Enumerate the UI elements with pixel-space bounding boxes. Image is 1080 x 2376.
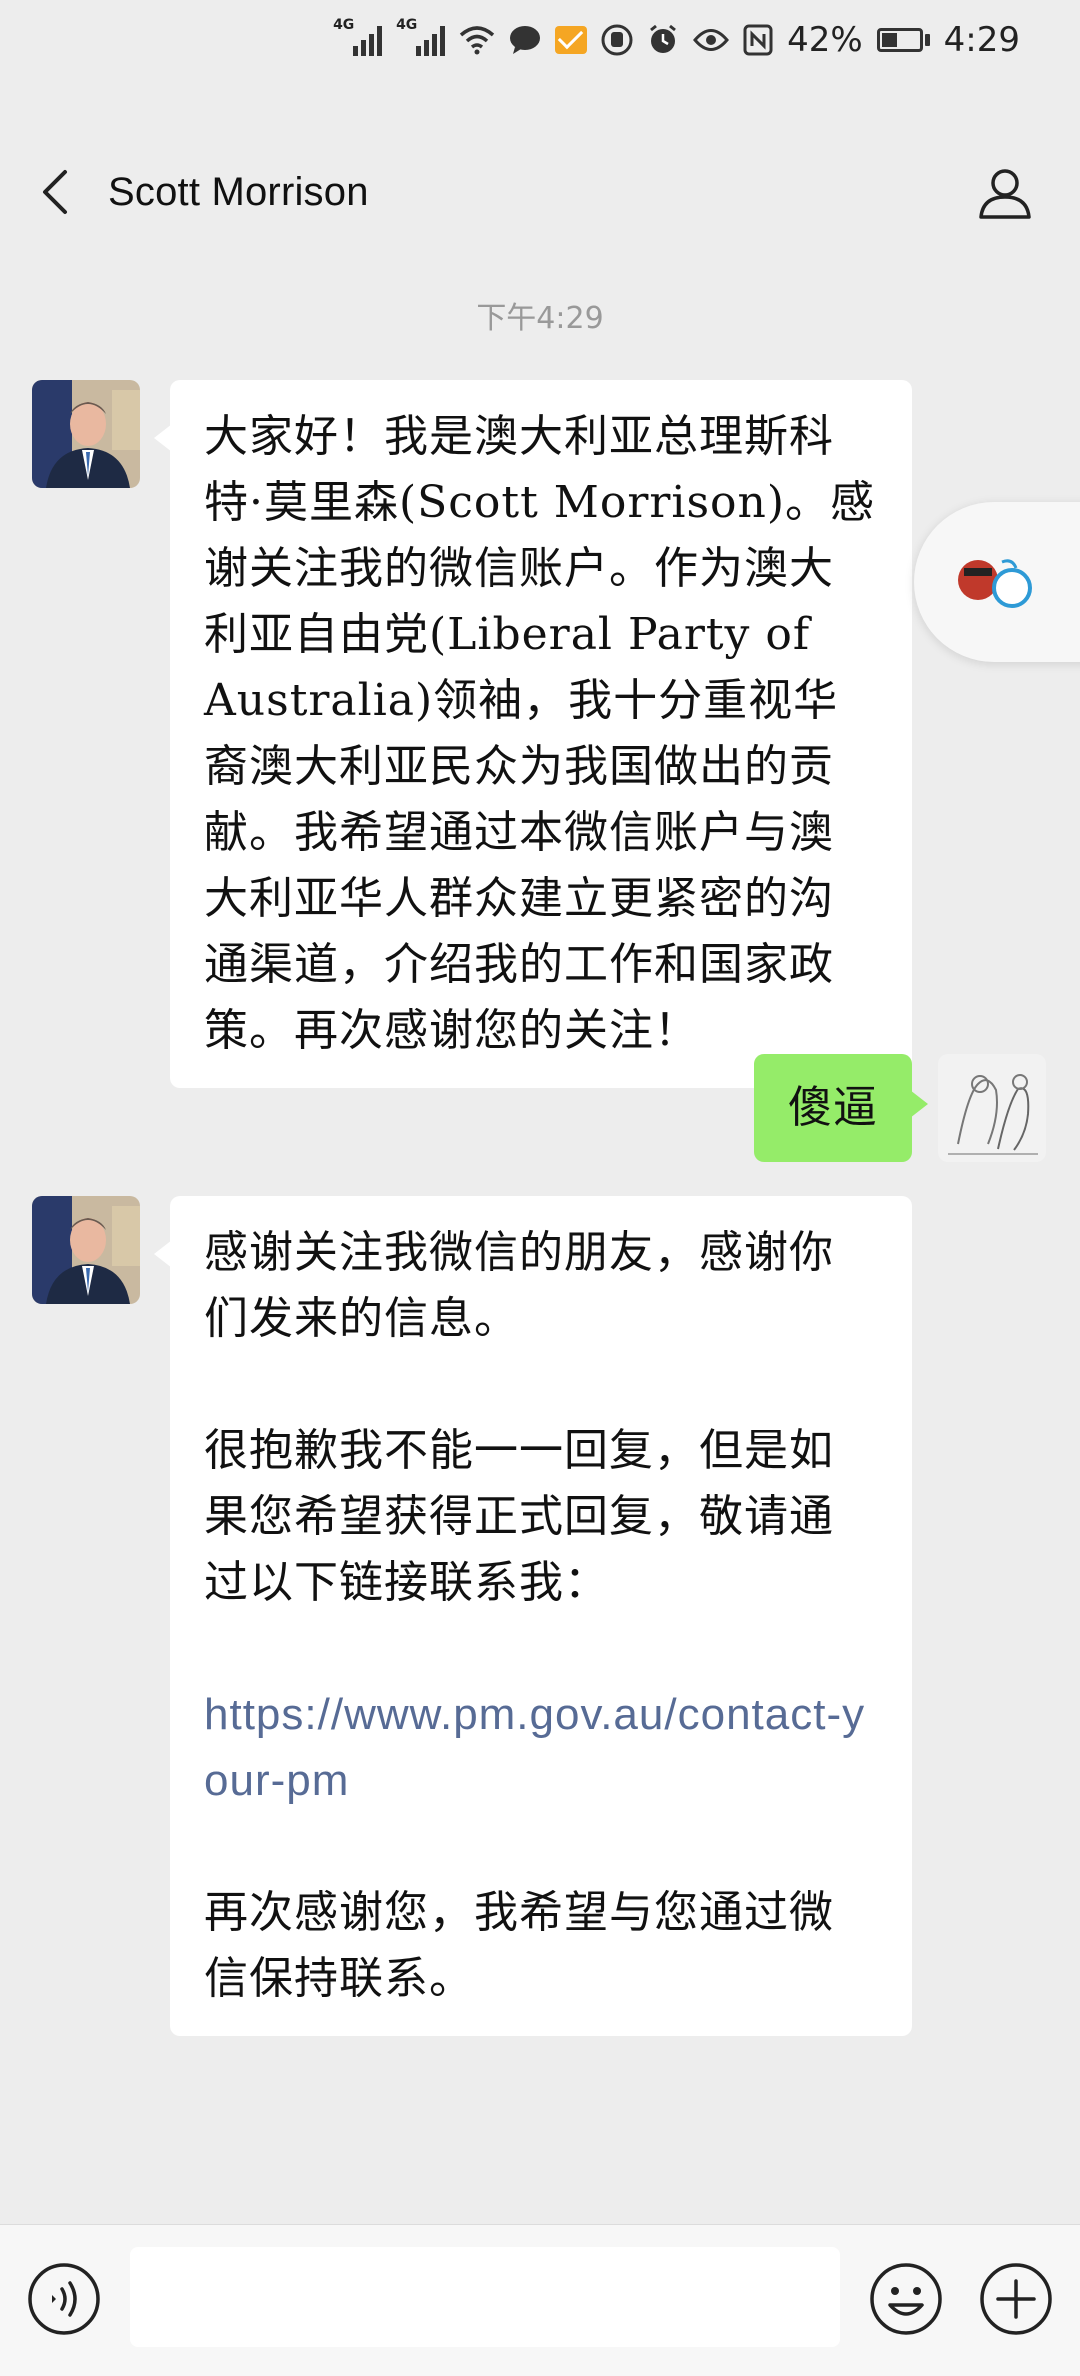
plus-icon: [980, 2263, 1052, 2335]
chevron-left-icon: [43, 170, 67, 214]
message-bubble-received[interactable]: 大家好！我是澳大利亚总理斯科特·莫里森(Scott Morrison)。感谢关注…: [154, 380, 912, 1088]
message-paragraph: 感谢关注我微信的朋友，感谢你们发来的信息。: [204, 1227, 834, 1344]
mail-icon: [555, 20, 588, 60]
voice-icon: [28, 2263, 100, 2335]
message-bubble-sent[interactable]: 傻逼: [754, 1054, 928, 1162]
battery-percent: 42%: [787, 20, 863, 60]
alarm-icon: [647, 20, 679, 60]
emoji-icon: [870, 2263, 942, 2335]
eye-icon: [693, 20, 730, 60]
my-avatar[interactable]: [938, 1054, 1046, 1162]
signal-icon: 4G: [396, 18, 446, 56]
contact-link[interactable]: https://www.pm.gov.au/contact-your-pm: [204, 1682, 878, 1814]
signal-icon: 4G: [333, 18, 383, 56]
more-options-button[interactable]: [978, 2261, 1054, 2337]
emoji-button[interactable]: [868, 2261, 944, 2337]
voice-input-button[interactable]: [26, 2261, 102, 2337]
chat-header: Scott Morrison: [0, 140, 1080, 244]
clock: 4:29: [943, 20, 1020, 60]
chat-title: Scott Morrison: [108, 169, 369, 214]
person-icon: [979, 169, 1031, 219]
chat-info-button[interactable]: [970, 158, 1040, 228]
avatar[interactable]: [32, 380, 140, 488]
back-button[interactable]: [0, 140, 110, 244]
message-timestamp: 下午4:29: [476, 301, 604, 336]
hand-icon: [601, 20, 633, 60]
avatar[interactable]: [32, 1196, 140, 1304]
message-text: 傻逼: [788, 1082, 878, 1133]
floating-window-widget[interactable]: [914, 502, 1080, 662]
message-text: 大家好！我是澳大利亚总理斯科特·莫里森(Scott Morrison)。感谢关注…: [204, 411, 876, 1056]
chat-icon: [509, 20, 541, 60]
message-input[interactable]: [130, 2247, 840, 2347]
wifi-icon: [459, 20, 495, 60]
battery-icon: [876, 28, 930, 52]
message-bubble-received[interactable]: 感谢关注我微信的朋友，感谢你们发来的信息。 很抱歉我不能一一回复，但是如果您希望…: [154, 1196, 912, 2036]
message-paragraph: 很抱歉我不能一一回复，但是如果您希望获得正式回复，敬请通过以下链接联系我：: [204, 1425, 834, 1608]
app-logo-icon: [958, 559, 1032, 608]
nfc-icon: [743, 20, 773, 60]
message-paragraph: 再次感谢您，我希望与您通过微信保持联系。: [204, 1887, 834, 2004]
input-bar: [0, 2224, 1080, 2376]
status-bar: 4G 4G 42% 4:29: [0, 0, 1080, 160]
